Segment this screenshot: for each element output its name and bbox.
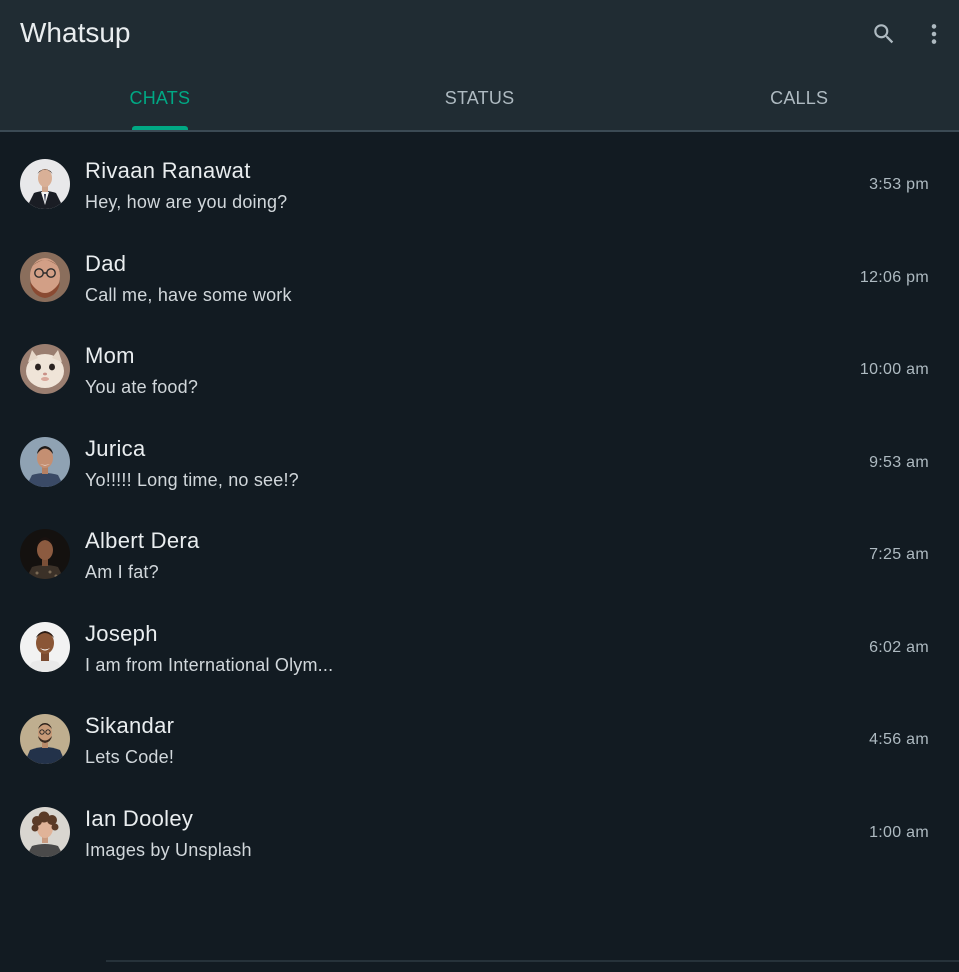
chat-row[interactable]: Jurica Yo!!!!! Long time, no see!? 9:53 …: [0, 416, 959, 509]
chat-last-message: Images by Unsplash: [85, 839, 252, 860]
tab-bar: CHATS STATUS CALLS: [0, 66, 959, 130]
avatar[interactable]: [20, 529, 70, 579]
chat-row[interactable]: Joseph I am from International Olym... 6…: [0, 601, 959, 694]
appbar-divider: [0, 130, 959, 132]
search-icon: [874, 24, 894, 44]
chat-last-message: Yo!!!!! Long time, no see!?: [85, 469, 299, 490]
chat-name: Sikandar: [85, 713, 175, 738]
chat-name: Rivaan Ranawat: [85, 158, 251, 183]
avatar[interactable]: [20, 159, 70, 209]
chat-last-message: Call me, have some work: [85, 284, 292, 305]
tab-label: STATUS: [444, 88, 515, 108]
chat-name: Ian Dooley: [85, 805, 194, 831]
chat-time: 7:25 am: [869, 546, 929, 563]
more-vert-icon: [931, 24, 937, 44]
tab-label: CALLS: [770, 88, 829, 108]
chat-last-message: Am I fat?: [85, 562, 159, 582]
chat-time: 4:56 am: [869, 731, 929, 748]
chat-last-message: Lets Code!: [85, 747, 175, 767]
avatar[interactable]: [20, 714, 70, 764]
chat-time: 12:06 pm: [859, 268, 929, 286]
avatar[interactable]: [20, 621, 70, 672]
chat-time: 9:53 am: [869, 453, 929, 471]
tab-chats[interactable]: CHATS: [0, 66, 320, 130]
search-button[interactable]: [866, 16, 902, 52]
chat-row[interactable]: Ian Dooley Images by Unsplash 1:00 am: [0, 786, 959, 879]
chat-name: Albert Dera: [85, 528, 200, 553]
avatar[interactable]: [20, 806, 70, 857]
bottom-divider: [106, 960, 959, 962]
chat-row[interactable]: Albert Dera Am I fat? 7:25 am: [0, 508, 959, 601]
chat-last-message: Hey, how are you doing?: [85, 192, 288, 212]
chat-name: Joseph: [85, 620, 158, 646]
chat-last-message: I am from International Olym...: [85, 654, 334, 675]
app-title: Whatsup: [20, 17, 131, 48]
avatar[interactable]: [20, 344, 70, 394]
tab-calls[interactable]: CALLS: [639, 66, 959, 130]
chat-time: 10:00 am: [859, 361, 929, 378]
avatar[interactable]: [20, 436, 70, 487]
avatar[interactable]: [20, 251, 70, 302]
chat-name: Dad: [85, 250, 127, 276]
chat-list: Rivaan Ranawat Hey, how are you doing? 3…: [0, 138, 959, 878]
chat-row[interactable]: Rivaan Ranawat Hey, how are you doing? 3…: [0, 138, 959, 231]
chat-time: 3:53 pm: [869, 176, 929, 193]
chat-name: Mom: [85, 343, 135, 368]
chat-time: 1:00 am: [869, 823, 929, 841]
chat-name: Jurica: [85, 435, 146, 461]
tab-status[interactable]: STATUS: [320, 66, 640, 130]
chat-time: 6:02 am: [869, 638, 929, 656]
chat-row[interactable]: Dad Call me, have some work 12:06 pm: [0, 231, 959, 324]
more-options-button[interactable]: [916, 16, 952, 52]
chat-row[interactable]: Mom You ate food? 10:00 am: [0, 323, 959, 416]
tab-label: CHATS: [129, 88, 191, 108]
chat-last-message: You ate food?: [85, 377, 199, 397]
chat-row[interactable]: Sikandar Lets Code! 4:56 am: [0, 693, 959, 786]
app-bar: Whatsup CHATS STATUS CALLS: [0, 0, 959, 131]
app-window: Whatsup CHATS STATUS CALLS Rivaan Ranawa…: [0, 0, 959, 972]
